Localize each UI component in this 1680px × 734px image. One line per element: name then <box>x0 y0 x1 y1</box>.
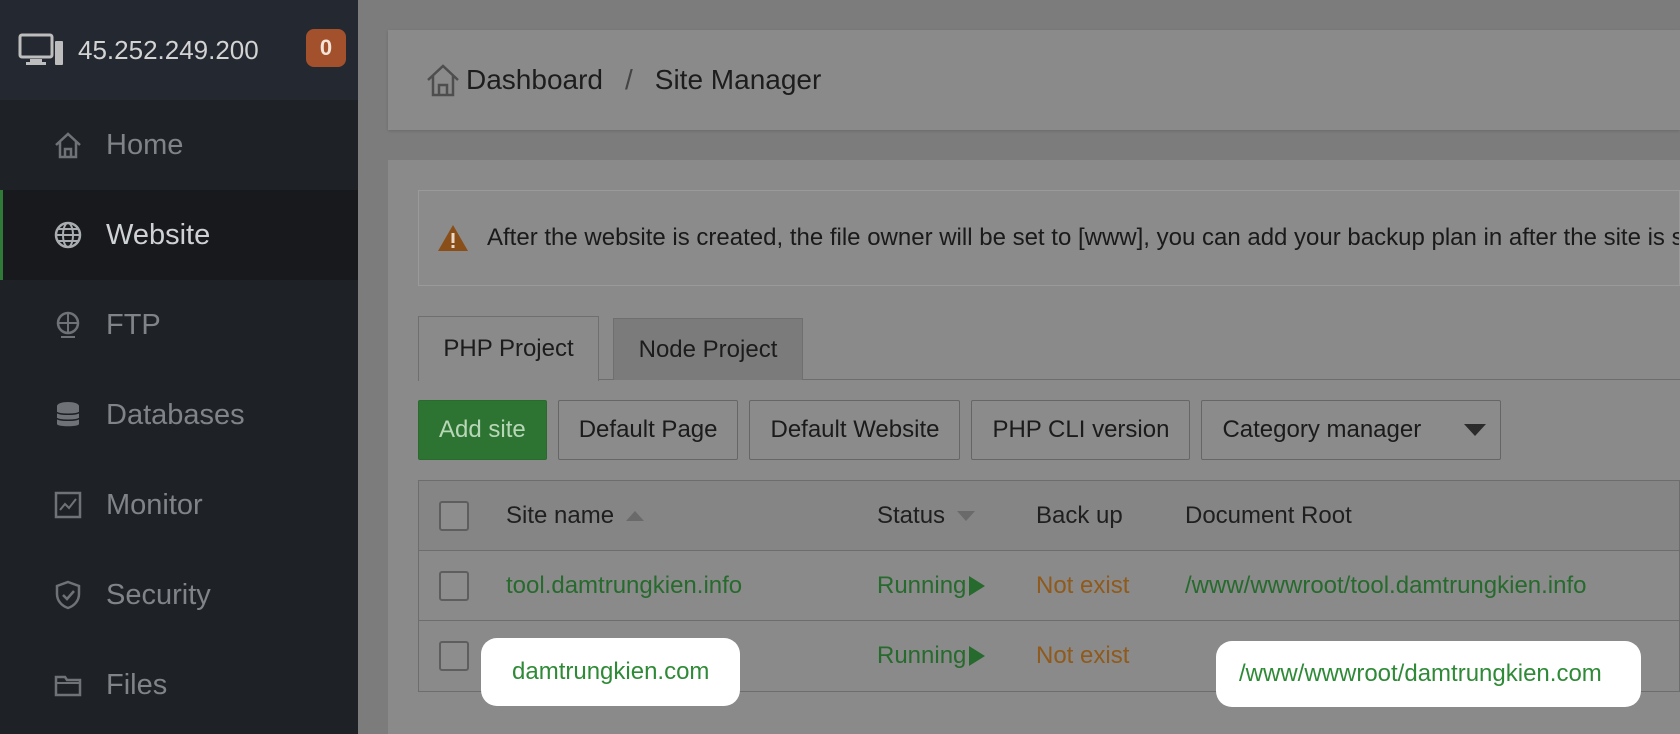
breadcrumb-separator: / <box>624 64 633 95</box>
folder-icon <box>52 669 84 701</box>
tab-php-project[interactable]: PHP Project <box>418 316 599 381</box>
row-checkbox[interactable] <box>439 570 469 601</box>
info-alert: After the website is created, the file o… <box>418 190 1680 286</box>
sidebar-item-label: Home <box>106 128 184 161</box>
sidebar-item-home[interactable]: Home <box>0 100 358 190</box>
document-root-link[interactable]: /www/wwwroot/tool.damtrungkien.info <box>1185 551 1587 620</box>
status-label: Running <box>877 571 967 599</box>
column-status-label: Status <box>877 501 946 529</box>
sidebar-item-databases[interactable]: Databases <box>0 370 358 460</box>
add-site-button[interactable]: Add site <box>418 400 547 460</box>
globe-icon <box>52 219 84 251</box>
sidebar-item-label: FTP <box>106 308 161 341</box>
chevron-down-icon <box>1464 424 1487 436</box>
breadcrumb: Dashboard / Site Manager <box>388 30 1680 130</box>
sidebar-item-label: Website <box>106 218 211 251</box>
category-manager-label: Category manager <box>1222 416 1422 443</box>
table-header: Site name Status Back up Document Root <box>419 481 1679 551</box>
sidebar-item-label: Files <box>106 668 168 701</box>
status-label: Running <box>877 642 967 669</box>
server-ip: 45.252.249.200 <box>78 34 259 65</box>
row-checkbox[interactable] <box>439 641 469 671</box>
column-backup: Back up <box>1036 501 1123 529</box>
default-page-button[interactable]: Default Page <box>557 400 739 460</box>
backup-link[interactable]: Not exist <box>1036 621 1129 691</box>
sidebar-item-monitor[interactable]: Monitor <box>0 460 358 550</box>
site-name-link[interactable]: tool.damtrungkien.info <box>506 551 742 620</box>
status-toggle[interactable]: Running <box>877 551 986 620</box>
category-manager-select[interactable]: Category manager <box>1201 400 1502 460</box>
ftp-icon <box>52 309 84 341</box>
breadcrumb-current: Site Manager <box>654 64 822 95</box>
alert-text: After the website is created, the file o… <box>487 224 1680 251</box>
server-header: 45.252.249.200 0 <box>0 0 358 100</box>
backup-link[interactable]: Not exist <box>1036 551 1129 620</box>
php-cli-version-button[interactable]: PHP CLI version <box>971 400 1191 460</box>
sidebar-item-label: Databases <box>106 398 245 431</box>
shield-icon <box>52 579 84 611</box>
table-row: tool.damtrungkien.info Running Not exist… <box>419 551 1679 621</box>
monitor-icon <box>52 489 84 521</box>
sidebar: 45.252.249.200 0 Home Website FTP Databa… <box>0 0 358 734</box>
main-content: Dashboard / Site Manager After the websi… <box>358 0 1680 734</box>
warning-icon <box>438 225 468 251</box>
server-icon <box>18 33 63 65</box>
sidebar-item-files[interactable]: Files <box>0 640 358 730</box>
database-icon <box>52 399 84 431</box>
column-status[interactable]: Status <box>877 481 976 550</box>
sort-descending-icon <box>957 510 976 521</box>
play-icon <box>969 575 986 596</box>
sidebar-item-label: Security <box>106 578 211 611</box>
notification-badge[interactable]: 0 <box>306 29 346 67</box>
project-tabs: PHP Project Node Project <box>418 316 1680 381</box>
column-site-name-label: Site name <box>506 501 615 529</box>
tab-node-project[interactable]: Node Project <box>613 318 803 380</box>
site-name-link[interactable]: damtrungkien.com <box>481 638 740 706</box>
column-site-name[interactable]: Site name <box>506 481 645 550</box>
sidebar-item-ftp[interactable]: FTP <box>0 280 358 370</box>
sidebar-item-label: Monitor <box>106 488 203 521</box>
sidebar-item-website[interactable]: Website <box>0 190 358 280</box>
column-document-root: Document Root <box>1185 501 1352 529</box>
play-icon <box>969 646 986 666</box>
breadcrumb-dashboard-link[interactable]: Dashboard <box>466 64 603 96</box>
home-icon[interactable] <box>424 61 462 99</box>
status-toggle[interactable]: Running <box>877 621 986 691</box>
toolbar: Add site Default Page Default Website PH… <box>418 400 1512 460</box>
sort-ascending-icon <box>626 510 645 521</box>
document-root-link[interactable]: /www/wwwroot/damtrungkien.com <box>1216 641 1641 707</box>
sidebar-item-security[interactable]: Security <box>0 550 358 640</box>
default-website-button[interactable]: Default Website <box>749 400 961 460</box>
select-all-checkbox[interactable] <box>439 500 469 531</box>
home-icon <box>52 129 84 161</box>
